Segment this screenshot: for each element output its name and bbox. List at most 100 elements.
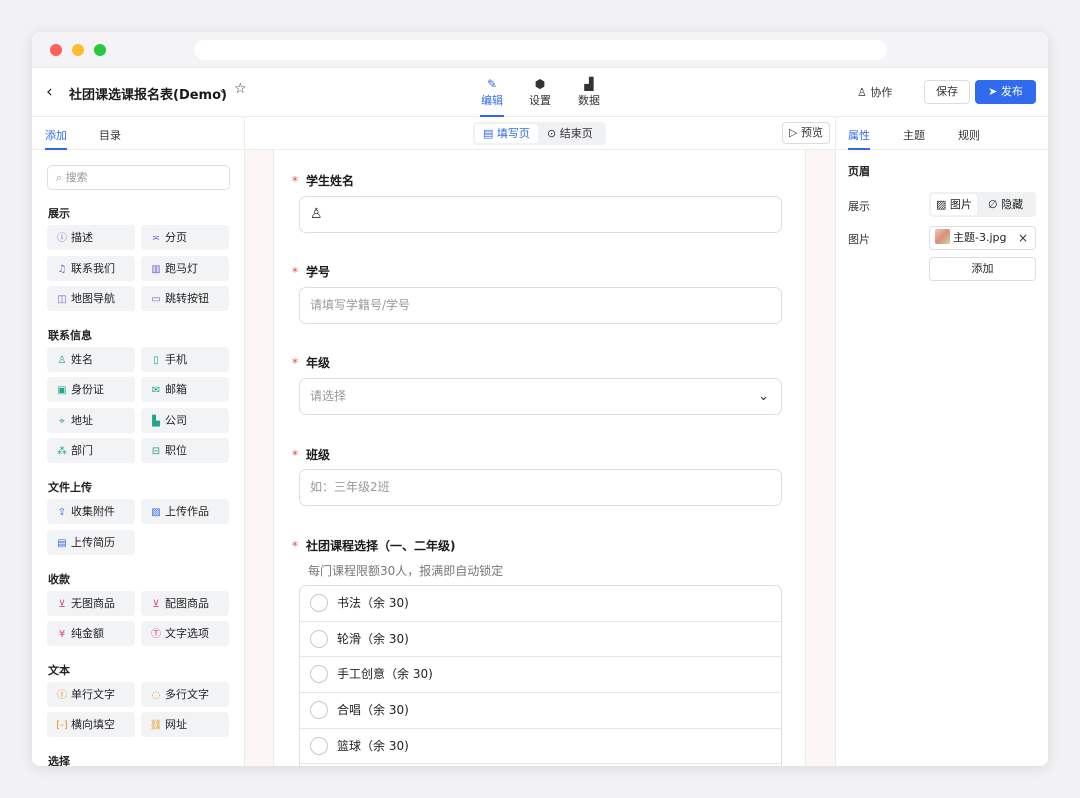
comp-label: 跳转按钮 (165, 292, 209, 305)
comp-product-image[interactable]: ⊻ 配图商品 (141, 591, 229, 616)
tab-properties[interactable]: 属性 (848, 127, 870, 150)
section-title: 收款 (48, 573, 70, 586)
user-icon: ♙ (310, 206, 323, 222)
phone-icon: ▯ (153, 355, 159, 366)
comp-upload-work[interactable]: ▨ 上传作品 (141, 499, 229, 524)
comp-jump-button[interactable]: ▭ 跳转按钮 (141, 286, 229, 311)
left-tabs: 添加 目录 (32, 117, 244, 150)
class-input[interactable]: 如：三年级2班 (299, 469, 782, 506)
required-mark: * (292, 539, 298, 553)
page-switcher: ▤ 填写页 ⊙ 结束页 (473, 122, 606, 145)
tab-rules[interactable]: 规则 (958, 127, 980, 143)
tab-settings[interactable]: ⬢ 设置 (518, 76, 562, 108)
comp-department[interactable]: ⁂ 部门 (47, 438, 135, 463)
comp-upload-resume[interactable]: ▤ 上传简历 (47, 530, 135, 555)
comp-contact-us[interactable]: ♫ 联系我们 (47, 256, 135, 281)
marquee-icon: ▥ (151, 264, 161, 275)
student-name-input[interactable]: ♙ (299, 196, 782, 233)
save-button[interactable]: 保存 (924, 80, 970, 104)
location-icon: ⌖ (59, 416, 65, 427)
id-card-icon: ▣ (57, 385, 67, 396)
mail-icon: ✉ (151, 385, 161, 396)
upload-icon: ⇪ (57, 507, 67, 518)
display-image-option[interactable]: ▨ 图片 (931, 194, 977, 215)
required-mark: * (292, 448, 298, 462)
yen-icon: ¥ (58, 629, 66, 640)
question-title: * 班级 (292, 446, 330, 463)
comp-label: 单行文字 (71, 688, 115, 701)
comp-label: 文字选项 (165, 627, 209, 640)
comp-label: 邮箱 (165, 383, 187, 396)
comp-id-card[interactable]: ▣ 身份证 (47, 377, 135, 402)
tab-theme[interactable]: 主题 (903, 127, 925, 143)
page-tab-fill[interactable]: ▤ 填写页 (475, 124, 538, 143)
comp-product-no-image[interactable]: ⊻ 无图商品 (47, 591, 135, 616)
comp-pagination[interactable]: ≍ 分页 (141, 225, 229, 250)
comp-email[interactable]: ✉ 邮箱 (141, 377, 229, 402)
page-tab-end[interactable]: ⊙ 结束页 (539, 124, 601, 143)
minimize-dot[interactable] (72, 44, 84, 56)
comp-multi-line[interactable]: ◌ 多行文字 (141, 682, 229, 707)
comp-map-nav[interactable]: ◫ 地图导航 (47, 286, 135, 311)
maximize-dot[interactable] (94, 44, 106, 56)
chevron-left-icon[interactable]: ‹ (46, 82, 53, 102)
comp-fill-blank[interactable]: [-] 横向填空 (47, 712, 135, 737)
tab-edit[interactable]: ✎ 编辑 (470, 76, 514, 117)
preview-label: 预览 (800, 126, 823, 139)
close-icon[interactable]: × (1018, 227, 1028, 249)
play-icon: ▷ (789, 126, 801, 139)
form-body: * 学生姓名 ♙ * 学号 请填写学籍号/学号 * 年级 请选择 ⌄ * 班级 如：三年级… (273, 150, 806, 766)
collab-button[interactable]: ♙ 协作 (857, 84, 892, 100)
comp-address[interactable]: ⌖ 地址 (47, 408, 135, 433)
user-icon: ♙ (857, 86, 871, 99)
tab-outline[interactable]: 目录 (99, 127, 121, 143)
radio-option[interactable]: 轮滑（余 30) (300, 622, 781, 658)
question-label: 社团课程选择（一、二年级) (306, 539, 456, 553)
question-title: * 社团课程选择（一、二年级) (292, 537, 456, 554)
comp-phone[interactable]: ▯ 手机 (141, 347, 229, 372)
page-tab-label: 填写页 (496, 127, 530, 140)
close-dot[interactable] (50, 44, 62, 56)
chevron-down-icon[interactable]: ⌄ (218, 82, 228, 96)
comp-label: 公司 (165, 414, 187, 427)
send-icon: ➤ (988, 85, 1001, 98)
tab-add[interactable]: 添加 (45, 127, 67, 150)
comp-label: 收集附件 (71, 505, 115, 518)
search-input[interactable]: ⌕ 搜索 (47, 165, 230, 190)
comp-single-line[interactable]: Ⓘ 单行文字 (47, 682, 135, 707)
comp-text-option[interactable]: Ⓣ 文字选项 (141, 621, 229, 646)
question-title: * 学生姓名 (292, 172, 354, 189)
tab-data[interactable]: ▟ 数据 (567, 76, 611, 108)
question-label: 学号 (306, 265, 331, 279)
publish-button[interactable]: ➤ 发布 (975, 80, 1036, 104)
display-option-label: 图片 (949, 198, 972, 211)
grade-select[interactable]: 请选择 ⌄ (299, 378, 782, 415)
display-hide-option[interactable]: ∅ 隐藏 (983, 194, 1028, 215)
student-id-input[interactable]: 请填写学籍号/学号 (299, 287, 782, 324)
comp-company[interactable]: ▙ 公司 (141, 408, 229, 433)
add-image-button[interactable]: 添加 (929, 257, 1036, 281)
grade-placeholder: 请选择 (310, 389, 347, 403)
comp-marquee[interactable]: ▥ 跑马灯 (141, 256, 229, 281)
comp-amount[interactable]: ¥ 纯金额 (47, 621, 135, 646)
comp-label: 手机 (165, 353, 187, 366)
comp-name[interactable]: ♙ 姓名 (47, 347, 135, 372)
multi-line-icon: ◌ (151, 690, 161, 701)
radio-option[interactable]: 手工创意（余 30) (300, 657, 781, 694)
comp-description[interactable]: ⓘ 描述 (47, 225, 135, 250)
briefcase-icon: ⊟ (151, 446, 161, 457)
preview-button[interactable]: ▷ 预览 (782, 122, 830, 144)
section-title: 文件上传 (48, 481, 92, 494)
question-label: 班级 (306, 448, 331, 462)
section-title: 选择 (48, 755, 70, 766)
comp-url[interactable]: ⛓ 网址 (141, 712, 229, 737)
radio-option[interactable]: 合唱（余 30) (300, 693, 781, 729)
address-bar[interactable] (194, 40, 887, 60)
radio-option[interactable]: 篮球（余 30) (300, 729, 781, 765)
comp-label: 无图商品 (71, 597, 115, 610)
comp-position[interactable]: ⊟ 职位 (141, 438, 229, 463)
radio-option[interactable]: 书法（余 30) (300, 586, 781, 622)
star-icon[interactable]: ☆ (234, 81, 247, 97)
section-title: 联系信息 (48, 329, 92, 342)
comp-attachment[interactable]: ⇪ 收集附件 (47, 499, 135, 524)
